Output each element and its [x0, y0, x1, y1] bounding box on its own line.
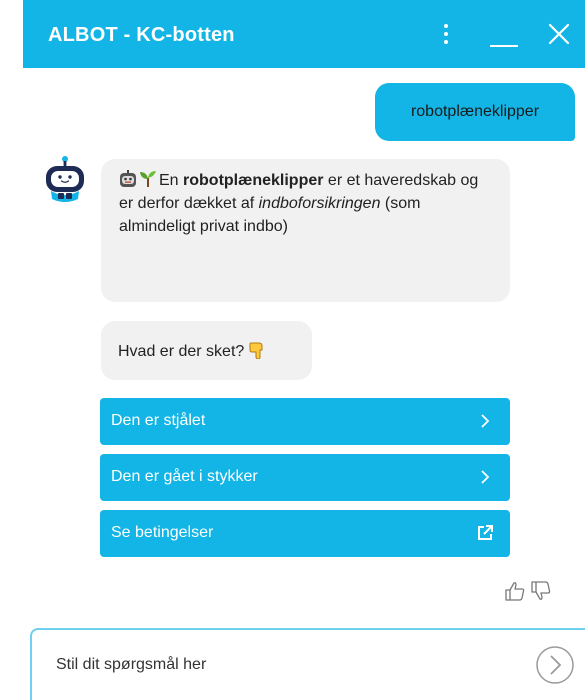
chat-header: ALBOT - KC-botten: [23, 0, 585, 68]
minimize-icon: [490, 45, 518, 47]
close-icon: [548, 23, 570, 45]
pointing-down-hand-icon: [249, 342, 263, 359]
bot-message-keyword: robotplæneklipper: [183, 172, 324, 189]
thumbs-down-icon[interactable]: [530, 580, 552, 602]
chevron-right-icon: [481, 470, 490, 484]
quick-reply-label: Se betingelser: [111, 524, 214, 541]
bot-question-text: Hvad er der sket?: [118, 343, 249, 360]
quick-reply-label: Den er gået i stykker: [111, 468, 258, 485]
bot-message-info: En robotplæneklipper er et haveredskab o…: [101, 159, 510, 302]
send-button[interactable]: [535, 645, 575, 685]
minimize-button[interactable]: [488, 18, 520, 50]
bot-message-emphasis: indboforsikringen: [258, 195, 381, 213]
more-options-button[interactable]: [433, 18, 459, 50]
bot-message-question: Hvad er der sket?: [101, 321, 312, 380]
user-message: robotplæneklipper: [375, 83, 575, 141]
close-button[interactable]: [543, 18, 575, 50]
external-link-icon: [478, 525, 493, 540]
chat-transcript: robotplæneklipper En robotplæneklipper e…: [0, 68, 585, 628]
user-message-text: robotplæneklipper: [410, 103, 540, 120]
quick-reply-conditions[interactable]: Se betingelser: [100, 510, 510, 557]
quick-reply-stolen[interactable]: Den er stjålet: [100, 398, 510, 445]
bot-message-intro: En: [159, 172, 184, 189]
robot-face-icon: [120, 170, 136, 187]
message-composer: [30, 628, 585, 700]
bot-avatar: [46, 156, 84, 202]
chevron-right-icon: [481, 414, 490, 428]
quick-reply-label: Den er stjålet: [111, 412, 206, 429]
seedling-icon: [140, 171, 156, 187]
chat-title: ALBOT - KC-botten: [48, 24, 235, 46]
message-input[interactable]: [56, 652, 516, 678]
thumbs-up-icon[interactable]: [504, 580, 526, 602]
quick-reply-broken[interactable]: Den er gået i stykker: [100, 454, 510, 501]
